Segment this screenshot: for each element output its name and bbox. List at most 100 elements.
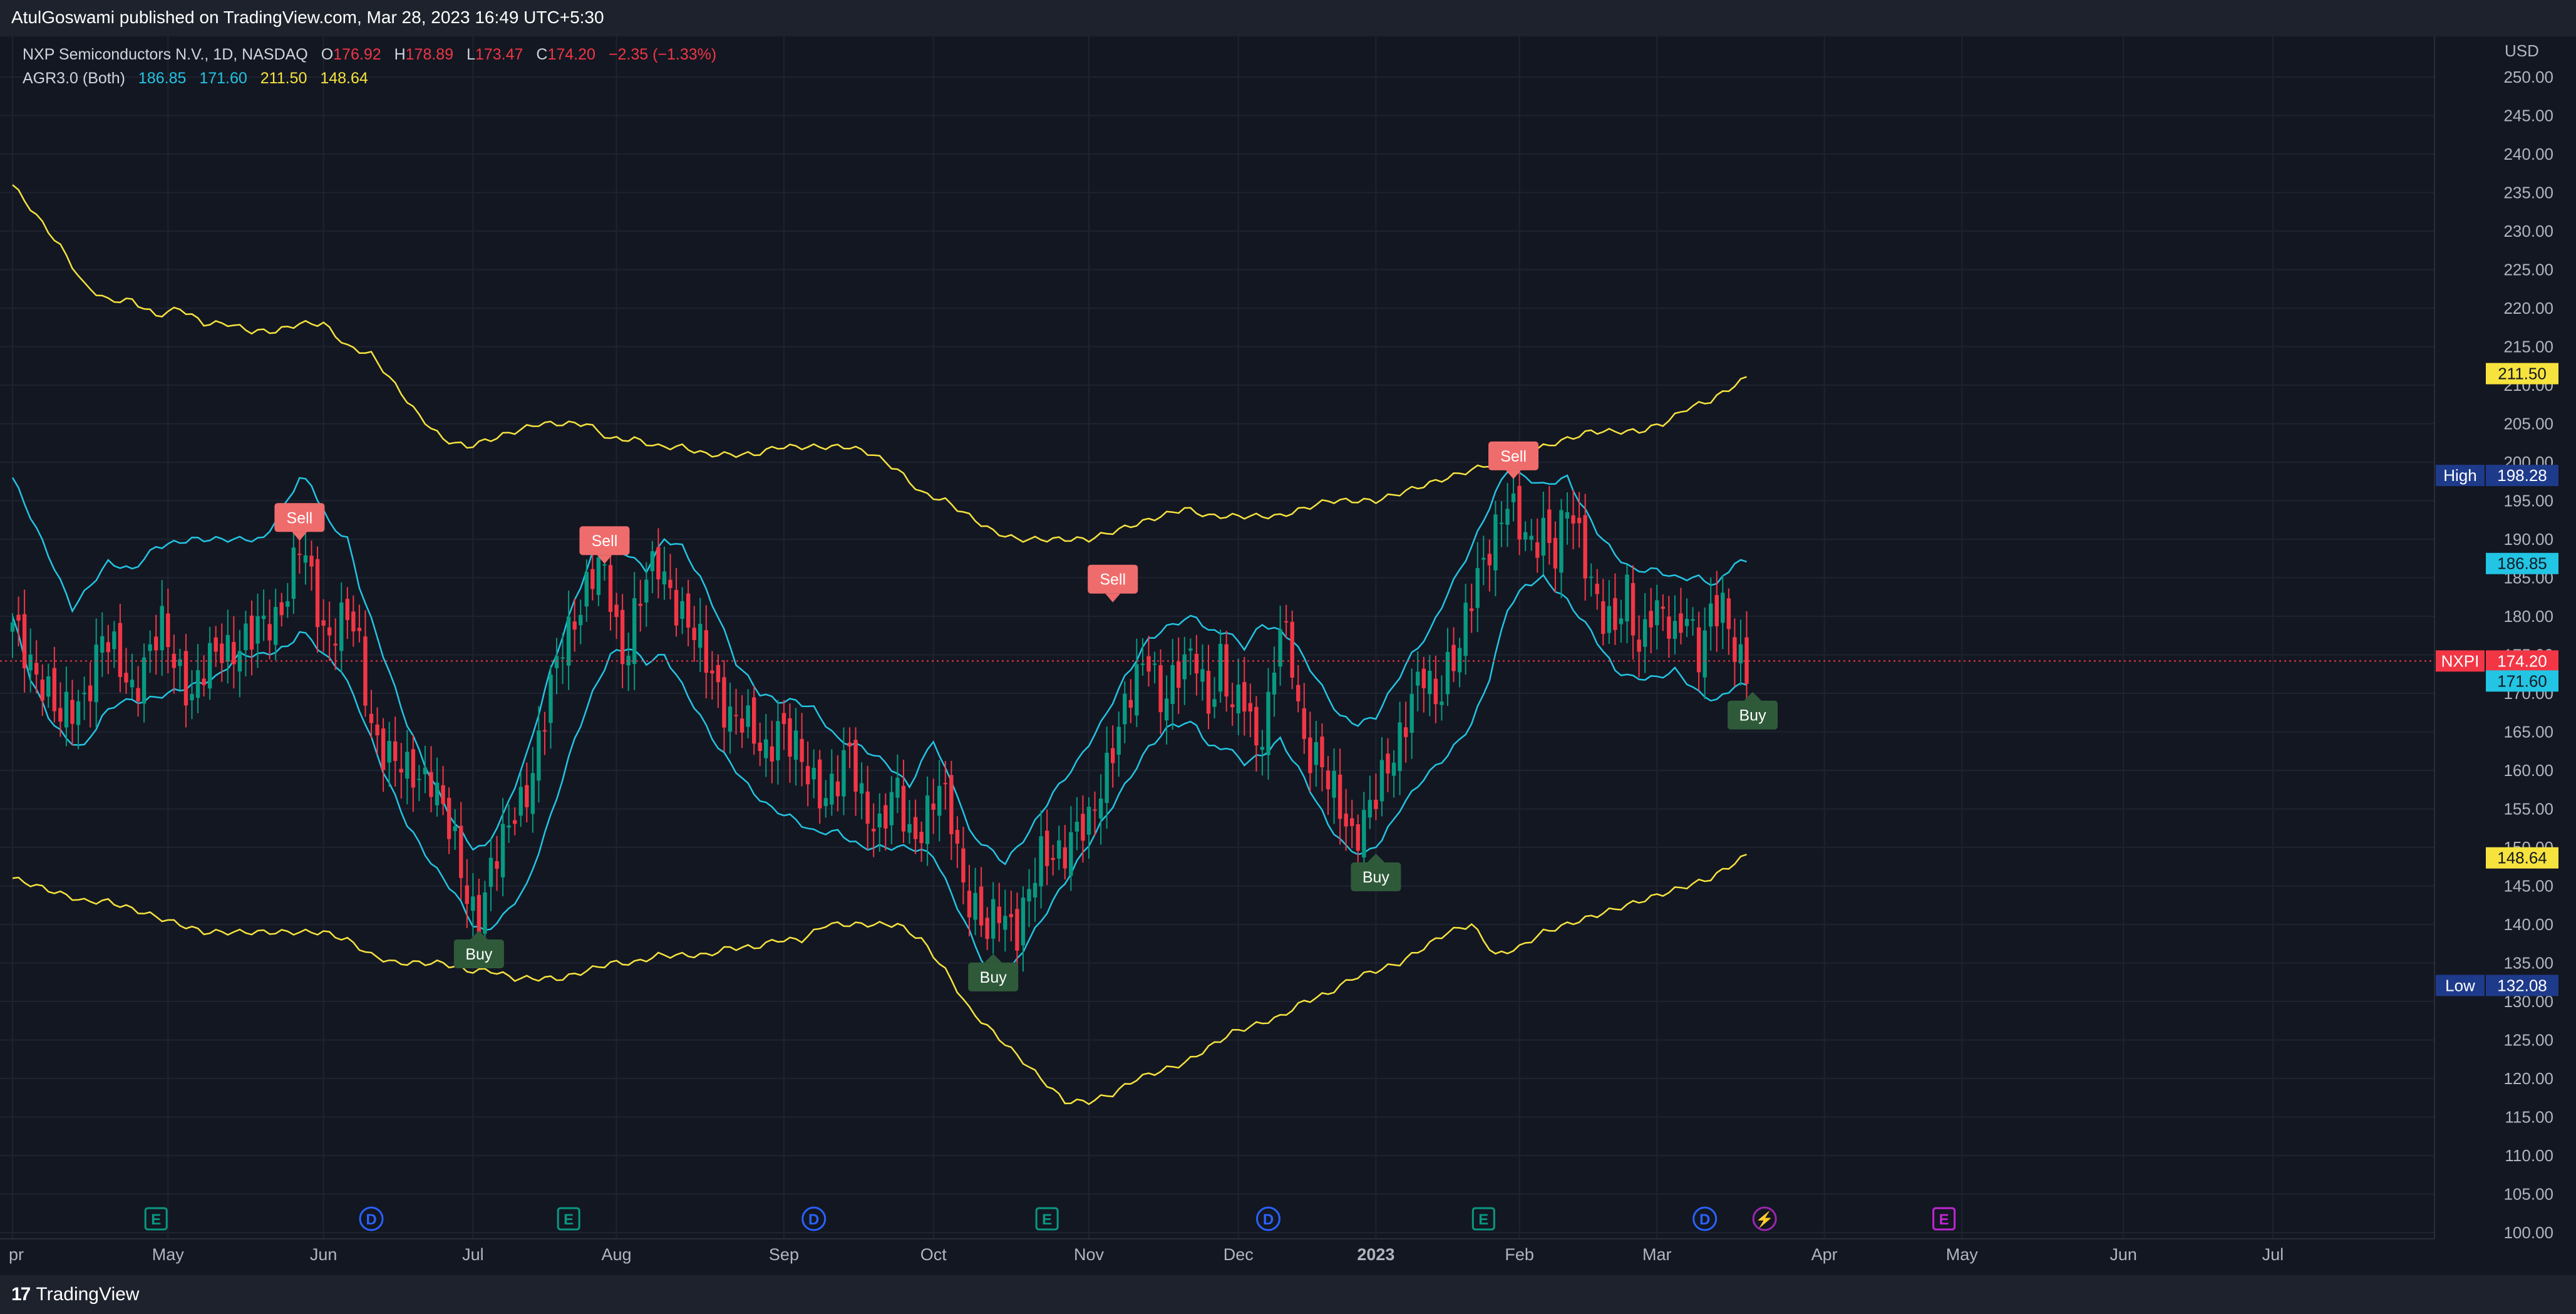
candle-body — [459, 825, 463, 878]
candle-body — [1511, 494, 1516, 502]
outer-envelope-lines — [12, 184, 1747, 1105]
symbol-legend-row: NXP Semiconductors N.V., 1D, NASDAQ O176… — [23, 43, 716, 66]
buy-signal: Buy — [1728, 691, 1778, 730]
dividend-event-icon[interactable]: D — [1692, 1206, 1718, 1231]
ohlc-open: O176.92 — [321, 46, 381, 63]
candle-body — [375, 724, 379, 736]
candle-body — [800, 738, 804, 762]
price-label-tag: Low — [2445, 976, 2475, 995]
price-label-value: 198.28 — [2497, 466, 2547, 485]
candle-body — [758, 742, 762, 752]
price-tick-label: 230.00 — [2503, 222, 2553, 241]
candle-body — [1559, 510, 1564, 573]
time-tick-label: Sep — [769, 1245, 799, 1264]
candle-body — [1684, 619, 1689, 626]
candle-body — [781, 713, 786, 725]
candle-body — [1146, 656, 1151, 672]
candle-body — [70, 700, 75, 724]
candle-body — [267, 624, 272, 641]
candle-body — [1529, 535, 1533, 540]
candle-body — [1409, 694, 1414, 733]
candle-body — [1074, 822, 1079, 832]
candle-body — [232, 642, 236, 665]
candle-body — [788, 718, 792, 757]
candle-body — [662, 571, 667, 585]
candle-body — [183, 651, 188, 706]
dividend-event-icon[interactable]: D — [801, 1206, 827, 1231]
earnings-event-icon[interactable]: E — [1035, 1207, 1059, 1231]
candle-body — [985, 918, 989, 939]
candle-body — [1302, 708, 1306, 739]
signal-markers: Sell Buy Sell Buy Sell Buy Sell Buy — [274, 441, 1778, 991]
candle-body — [560, 657, 565, 659]
candle-body — [1714, 595, 1719, 626]
earnings-event-icon[interactable]: E — [1932, 1207, 1956, 1231]
ohlc-low: L173.47 — [466, 46, 523, 63]
candle-body — [973, 892, 977, 920]
candle-body — [1481, 557, 1486, 560]
sell-signal: Sell — [579, 526, 630, 564]
candle-body — [124, 673, 128, 683]
candle-body — [1242, 682, 1247, 711]
candle-body — [1589, 576, 1594, 578]
tradingview-logo[interactable]: 17 TradingView — [11, 1284, 139, 1305]
candle-body — [369, 713, 374, 723]
signal-label: Sell — [1500, 448, 1527, 465]
candle-body — [579, 614, 583, 626]
candle-body — [483, 892, 487, 934]
candle-body — [572, 621, 577, 630]
candle-body — [525, 785, 529, 807]
candle-body — [94, 644, 98, 703]
split-event-icon[interactable]: ⚡ — [1752, 1206, 1777, 1231]
candle-body — [889, 792, 894, 825]
candle-body — [1344, 814, 1348, 827]
chart-pane[interactable]: Sell Buy Sell Buy Sell Buy Sell Buy E D E D E D E D ⚡ E … — [0, 36, 2576, 1275]
candle-body — [746, 705, 750, 727]
candle-body — [16, 614, 21, 621]
earnings-event-icon[interactable]: E — [1471, 1207, 1495, 1231]
candle-body — [877, 814, 882, 828]
time-tick-label: Dec — [1224, 1245, 1254, 1264]
candle-body — [811, 767, 816, 780]
candle-body — [1044, 830, 1049, 866]
candle-body — [1164, 698, 1169, 721]
dividend-event-icon[interactable]: D — [359, 1206, 384, 1231]
time-tick-label: 2023 — [1357, 1245, 1394, 1264]
earnings-event-icon[interactable]: E — [557, 1207, 580, 1231]
candle-body — [830, 773, 834, 805]
candle-body — [1212, 699, 1217, 707]
candle-body — [321, 620, 326, 626]
candle-body — [214, 637, 218, 652]
candle-body — [1744, 637, 1749, 685]
candle-body — [411, 749, 416, 788]
price-chart[interactable]: Sell Buy Sell Buy Sell Buy Sell Buy E D E D E D E D ⚡ E … — [0, 36, 2576, 1275]
candle-body — [297, 554, 302, 556]
event-letter: D — [808, 1211, 819, 1228]
lower-band-line — [11, 574, 1747, 981]
footer-bar: 17 TradingView — [0, 1275, 2576, 1314]
candle-body — [453, 826, 457, 831]
candle-body — [64, 691, 69, 728]
time-tick-label: Jul — [462, 1245, 484, 1264]
price-label-low: 132.08 Low — [2436, 975, 2558, 996]
candle-body — [154, 636, 158, 651]
price-tick-label: 145.00 — [2503, 877, 2553, 896]
candle-body — [859, 783, 864, 794]
price-label-value: 148.64 — [2497, 849, 2547, 867]
candle-body — [1152, 663, 1157, 665]
candle-body — [997, 906, 1001, 923]
candle-body — [853, 740, 858, 792]
sell-signal: Sell — [1488, 441, 1539, 479]
price-tick-label: 240.00 — [2503, 145, 2553, 163]
candle-body — [537, 730, 541, 781]
event-letter: E — [1042, 1211, 1052, 1228]
candle-body — [1086, 807, 1091, 835]
candle-body — [1128, 700, 1133, 708]
candle-body — [1182, 654, 1187, 680]
candle-body — [1320, 737, 1324, 767]
candle-body — [1493, 514, 1498, 571]
candle-body — [1672, 621, 1677, 639]
dividend-event-icon[interactable]: D — [1256, 1206, 1280, 1231]
candle-body — [566, 616, 571, 666]
earnings-event-icon[interactable]: E — [144, 1207, 168, 1231]
